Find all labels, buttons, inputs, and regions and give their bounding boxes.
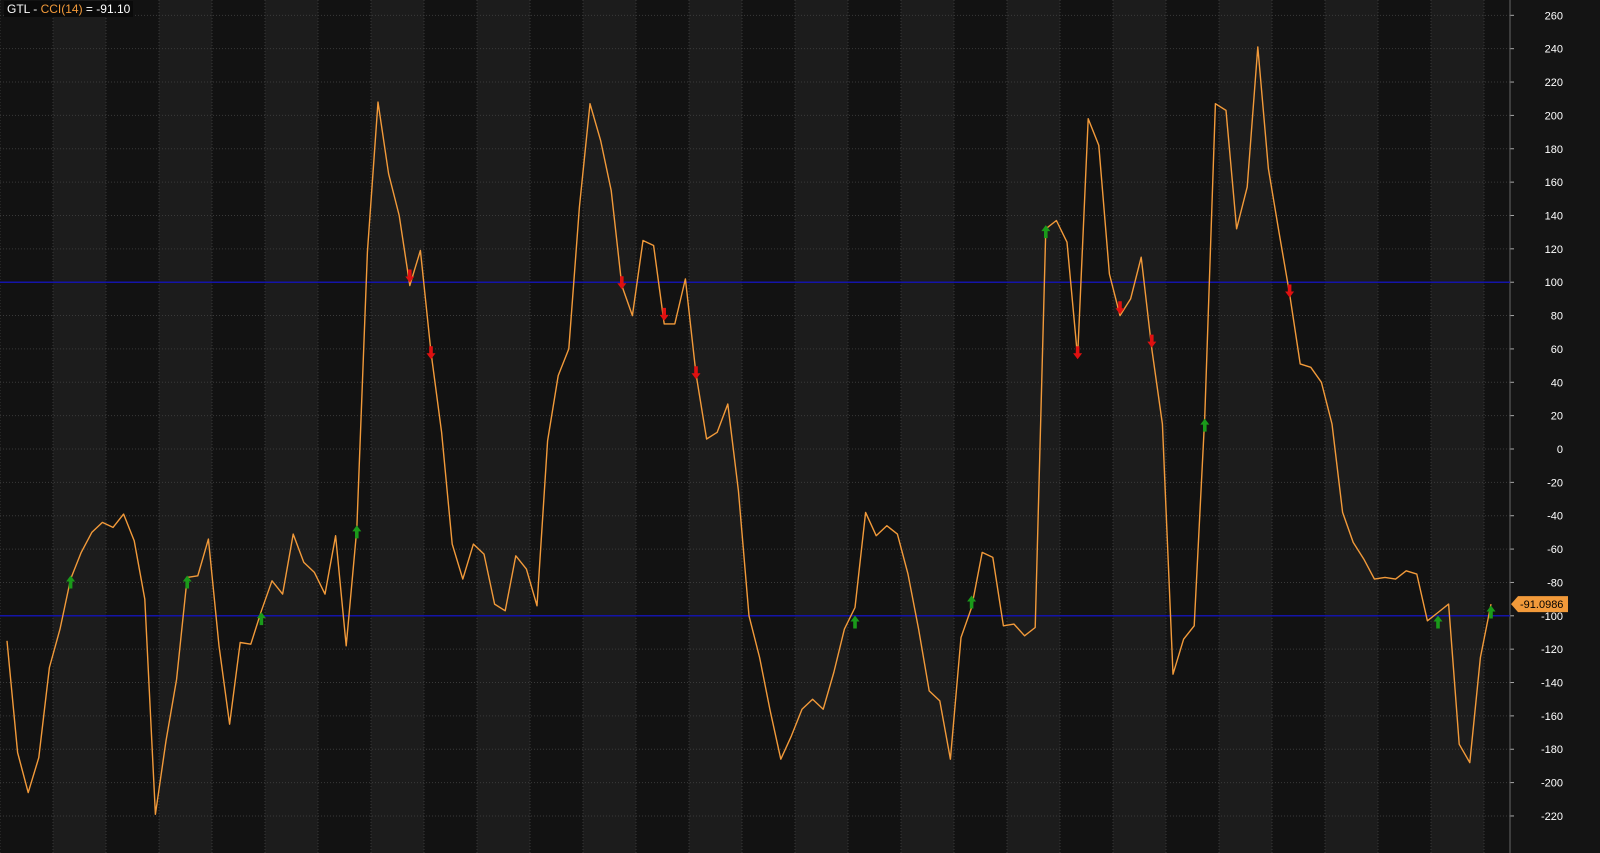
y-tick-label: 160 <box>1545 177 1563 189</box>
background-band <box>954 0 1007 853</box>
y-tick-label: 0 <box>1557 444 1563 456</box>
background-band <box>742 0 795 853</box>
y-tick-label: -120 <box>1541 644 1563 656</box>
background-band <box>689 0 742 853</box>
background-band <box>371 0 424 853</box>
y-tick-label: 240 <box>1545 44 1563 56</box>
y-tick-label: -60 <box>1547 544 1563 556</box>
background-band <box>1113 0 1166 853</box>
background-band <box>530 0 583 853</box>
last-value-tag: -91.0986 <box>1511 596 1568 613</box>
y-tick-label: -140 <box>1541 678 1563 690</box>
background-band <box>1484 0 1510 853</box>
y-tick-label: -180 <box>1541 744 1563 756</box>
background-band <box>1007 0 1060 853</box>
y-tick-label: 60 <box>1551 344 1563 356</box>
chart-plot-svg: 260240220200180160140120100806040200-20-… <box>0 0 1568 853</box>
background-band <box>424 0 477 853</box>
background-band <box>212 0 265 853</box>
background-band <box>477 0 530 853</box>
y-tick-label: 40 <box>1551 377 1563 389</box>
y-tick-label: -100 <box>1541 611 1563 623</box>
y-tick-label: 220 <box>1545 77 1563 89</box>
indicator-value: -91.10 <box>96 2 131 16</box>
background-band <box>1378 0 1431 853</box>
background-band <box>1060 0 1113 853</box>
background-band <box>265 0 318 853</box>
y-tick-label: 80 <box>1551 311 1563 323</box>
background-band <box>318 0 371 853</box>
background-band <box>795 0 848 853</box>
y-tick-label: 140 <box>1545 210 1563 222</box>
cci-chart[interactable]: GTL - CCI(14) = -91.10 260 240 220 200 180 16… <box>0 0 1600 853</box>
last-value-text: -91.0986 <box>1520 599 1563 611</box>
y-tick-label: -80 <box>1547 577 1563 589</box>
y-tick-label: -20 <box>1547 477 1563 489</box>
background-band <box>1272 0 1325 853</box>
y-tick-label: 200 <box>1545 110 1563 122</box>
header-equals: = <box>82 2 97 16</box>
background-band <box>901 0 954 853</box>
background-band <box>848 0 901 853</box>
y-tick-label: 20 <box>1551 411 1563 423</box>
y-tick-label: 120 <box>1545 244 1563 256</box>
indicator-label: CCI(14) <box>40 2 83 16</box>
y-tick-label: -40 <box>1547 511 1563 523</box>
background-band <box>1166 0 1219 853</box>
background-band <box>0 0 53 853</box>
y-tick-label: 100 <box>1545 277 1563 289</box>
background-band <box>53 0 106 853</box>
chart-header: GTL - CCI(14) = -91.10 <box>4 1 134 17</box>
background-band <box>159 0 212 853</box>
y-tick-label: 180 <box>1545 144 1563 156</box>
background-band <box>583 0 636 853</box>
y-tick-label: 260 <box>1545 10 1563 22</box>
background-band <box>636 0 689 853</box>
y-tick-label: -160 <box>1541 711 1563 723</box>
y-tick-label: -220 <box>1541 811 1563 823</box>
y-tick-label: -200 <box>1541 778 1563 790</box>
symbol-label: GTL <box>7 2 30 16</box>
header-separator: - <box>29 2 41 16</box>
